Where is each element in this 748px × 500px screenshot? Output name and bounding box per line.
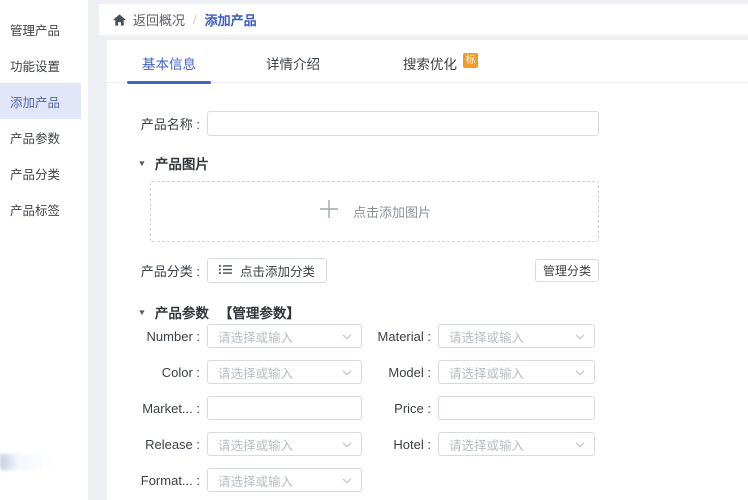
param-select[interactable]: 请选择或输入 — [207, 468, 362, 492]
sidebar-item-label: 管理产品 — [10, 20, 60, 39]
chevron-down-icon — [575, 363, 585, 381]
select-placeholder: 请选择或输入 — [449, 435, 524, 454]
product-name-input[interactable] — [207, 111, 599, 136]
sidebar-item-label: 功能设置 — [10, 56, 60, 75]
sidebar-item-label: 产品参数 — [10, 128, 60, 147]
upload-label: 点击添加图片 — [353, 202, 431, 221]
product-name-label: 产品名称 : — [127, 114, 200, 133]
basic-info-panel: 产品名称 : ▼ 产品图片 点击添加图片 产品分类 : 点击添加 — [107, 83, 748, 500]
param-select[interactable]: 请选择或输入 — [438, 432, 595, 456]
param-grid: Number : 请选择或输入 Material : 请选择或输入 Color … — [127, 324, 595, 492]
sidebar-item-add-product[interactable]: 添加产品 — [0, 83, 81, 119]
content-card: 基本信息 详情介绍 搜索优化 标 产品名称 : ▼ 产品图片 点击添加图片 产品… — [107, 40, 748, 500]
breadcrumb: 返回概况 / 添加产品 — [99, 4, 748, 35]
tab-search-optimization[interactable]: 搜索优化 标 — [388, 40, 493, 83]
tab-label: 基本信息 — [142, 53, 196, 73]
param-select[interactable]: 请选择或输入 — [207, 360, 362, 384]
tab-label: 详情介绍 — [266, 53, 320, 73]
sidebar-menu: 管理产品 功能设置 添加产品 产品参数 产品分类 产品标签 — [0, 0, 88, 227]
sidebar-item-product-categories[interactable]: 产品分类 — [0, 155, 81, 191]
chevron-down-icon — [575, 327, 585, 345]
tab-details[interactable]: 详情介绍 — [251, 40, 335, 83]
add-category-label: 点击添加分类 — [240, 261, 315, 280]
product-params-section-label[interactable]: 产品参数 — [155, 302, 209, 322]
product-images-section-header[interactable]: ▼ 产品图片 — [138, 153, 209, 173]
tab-label: 搜索优化 — [403, 53, 457, 73]
select-placeholder: 请选择或输入 — [218, 363, 293, 382]
chevron-down-icon — [342, 363, 352, 381]
select-placeholder: 请选择或输入 — [449, 363, 524, 382]
manage-params-link[interactable]: 【管理参数】 — [219, 302, 300, 322]
param-label: Hotel : — [369, 437, 431, 452]
sidebar-item-product-tags[interactable]: 产品标签 — [0, 191, 81, 227]
breadcrumb-back-link[interactable]: 返回概况 — [133, 10, 185, 29]
select-placeholder: 请选择或输入 — [218, 435, 293, 454]
tab-badge: 标 — [463, 53, 478, 68]
param-label: Color : — [127, 365, 200, 380]
param-select[interactable]: 请选择或输入 — [438, 360, 595, 384]
caret-down-icon: ▼ — [137, 159, 146, 168]
manage-category-label: 管理分类 — [543, 264, 591, 278]
param-label: Format... : — [127, 473, 200, 488]
breadcrumb-current: 添加产品 — [205, 10, 257, 29]
sidebar-item-label: 产品分类 — [10, 164, 60, 183]
breadcrumb-separator: / — [193, 12, 197, 27]
product-name-row: 产品名称 : — [127, 111, 599, 136]
param-input[interactable] — [207, 396, 362, 420]
sidebar-item-manage-products[interactable]: 管理产品 — [0, 11, 81, 47]
tab-bar: 基本信息 详情介绍 搜索优化 标 — [107, 40, 748, 83]
param-label: Number : — [127, 329, 200, 344]
add-category-button[interactable]: 点击添加分类 — [207, 258, 327, 283]
sidebar-item-label: 产品标签 — [10, 200, 60, 219]
param-label: Model : — [369, 365, 431, 380]
product-params-section-header: ▼ 产品参数 【管理参数】 — [138, 302, 300, 322]
chevron-down-icon — [342, 435, 352, 453]
sidebar-item-product-params[interactable]: 产品参数 — [0, 119, 81, 155]
param-label: Release : — [127, 437, 200, 452]
sidebar-artifact — [0, 454, 58, 470]
param-label: Material : — [369, 329, 431, 344]
chevron-down-icon — [342, 471, 352, 489]
manage-category-button[interactable]: 管理分类 — [535, 259, 599, 282]
param-select[interactable]: 请选择或输入 — [207, 324, 362, 348]
select-placeholder: 请选择或输入 — [218, 327, 293, 346]
list-icon — [219, 264, 232, 278]
plus-icon — [318, 198, 340, 225]
caret-down-icon: ▼ — [137, 308, 146, 317]
sidebar-item-feature-settings[interactable]: 功能设置 — [0, 47, 81, 83]
param-input[interactable] — [438, 396, 595, 420]
chevron-down-icon — [575, 435, 585, 453]
tab-basic-info[interactable]: 基本信息 — [127, 40, 211, 83]
product-category-label: 产品分类 : — [127, 261, 200, 280]
select-placeholder: 请选择或输入 — [449, 327, 524, 346]
select-placeholder: 请选择或输入 — [218, 471, 293, 490]
sidebar: 管理产品 功能设置 添加产品 产品参数 产品分类 产品标签 — [0, 0, 88, 500]
param-label: Market... : — [127, 401, 200, 416]
chevron-down-icon — [342, 327, 352, 345]
product-images-section-label: 产品图片 — [155, 153, 209, 173]
image-upload-area[interactable]: 点击添加图片 — [150, 181, 599, 242]
product-category-row: 产品分类 : 点击添加分类 管理分类 — [127, 258, 599, 283]
param-label: Price : — [369, 401, 431, 416]
param-select[interactable]: 请选择或输入 — [207, 432, 362, 456]
param-select[interactable]: 请选择或输入 — [438, 324, 595, 348]
home-icon[interactable] — [113, 14, 126, 26]
sidebar-item-label: 添加产品 — [10, 92, 60, 111]
